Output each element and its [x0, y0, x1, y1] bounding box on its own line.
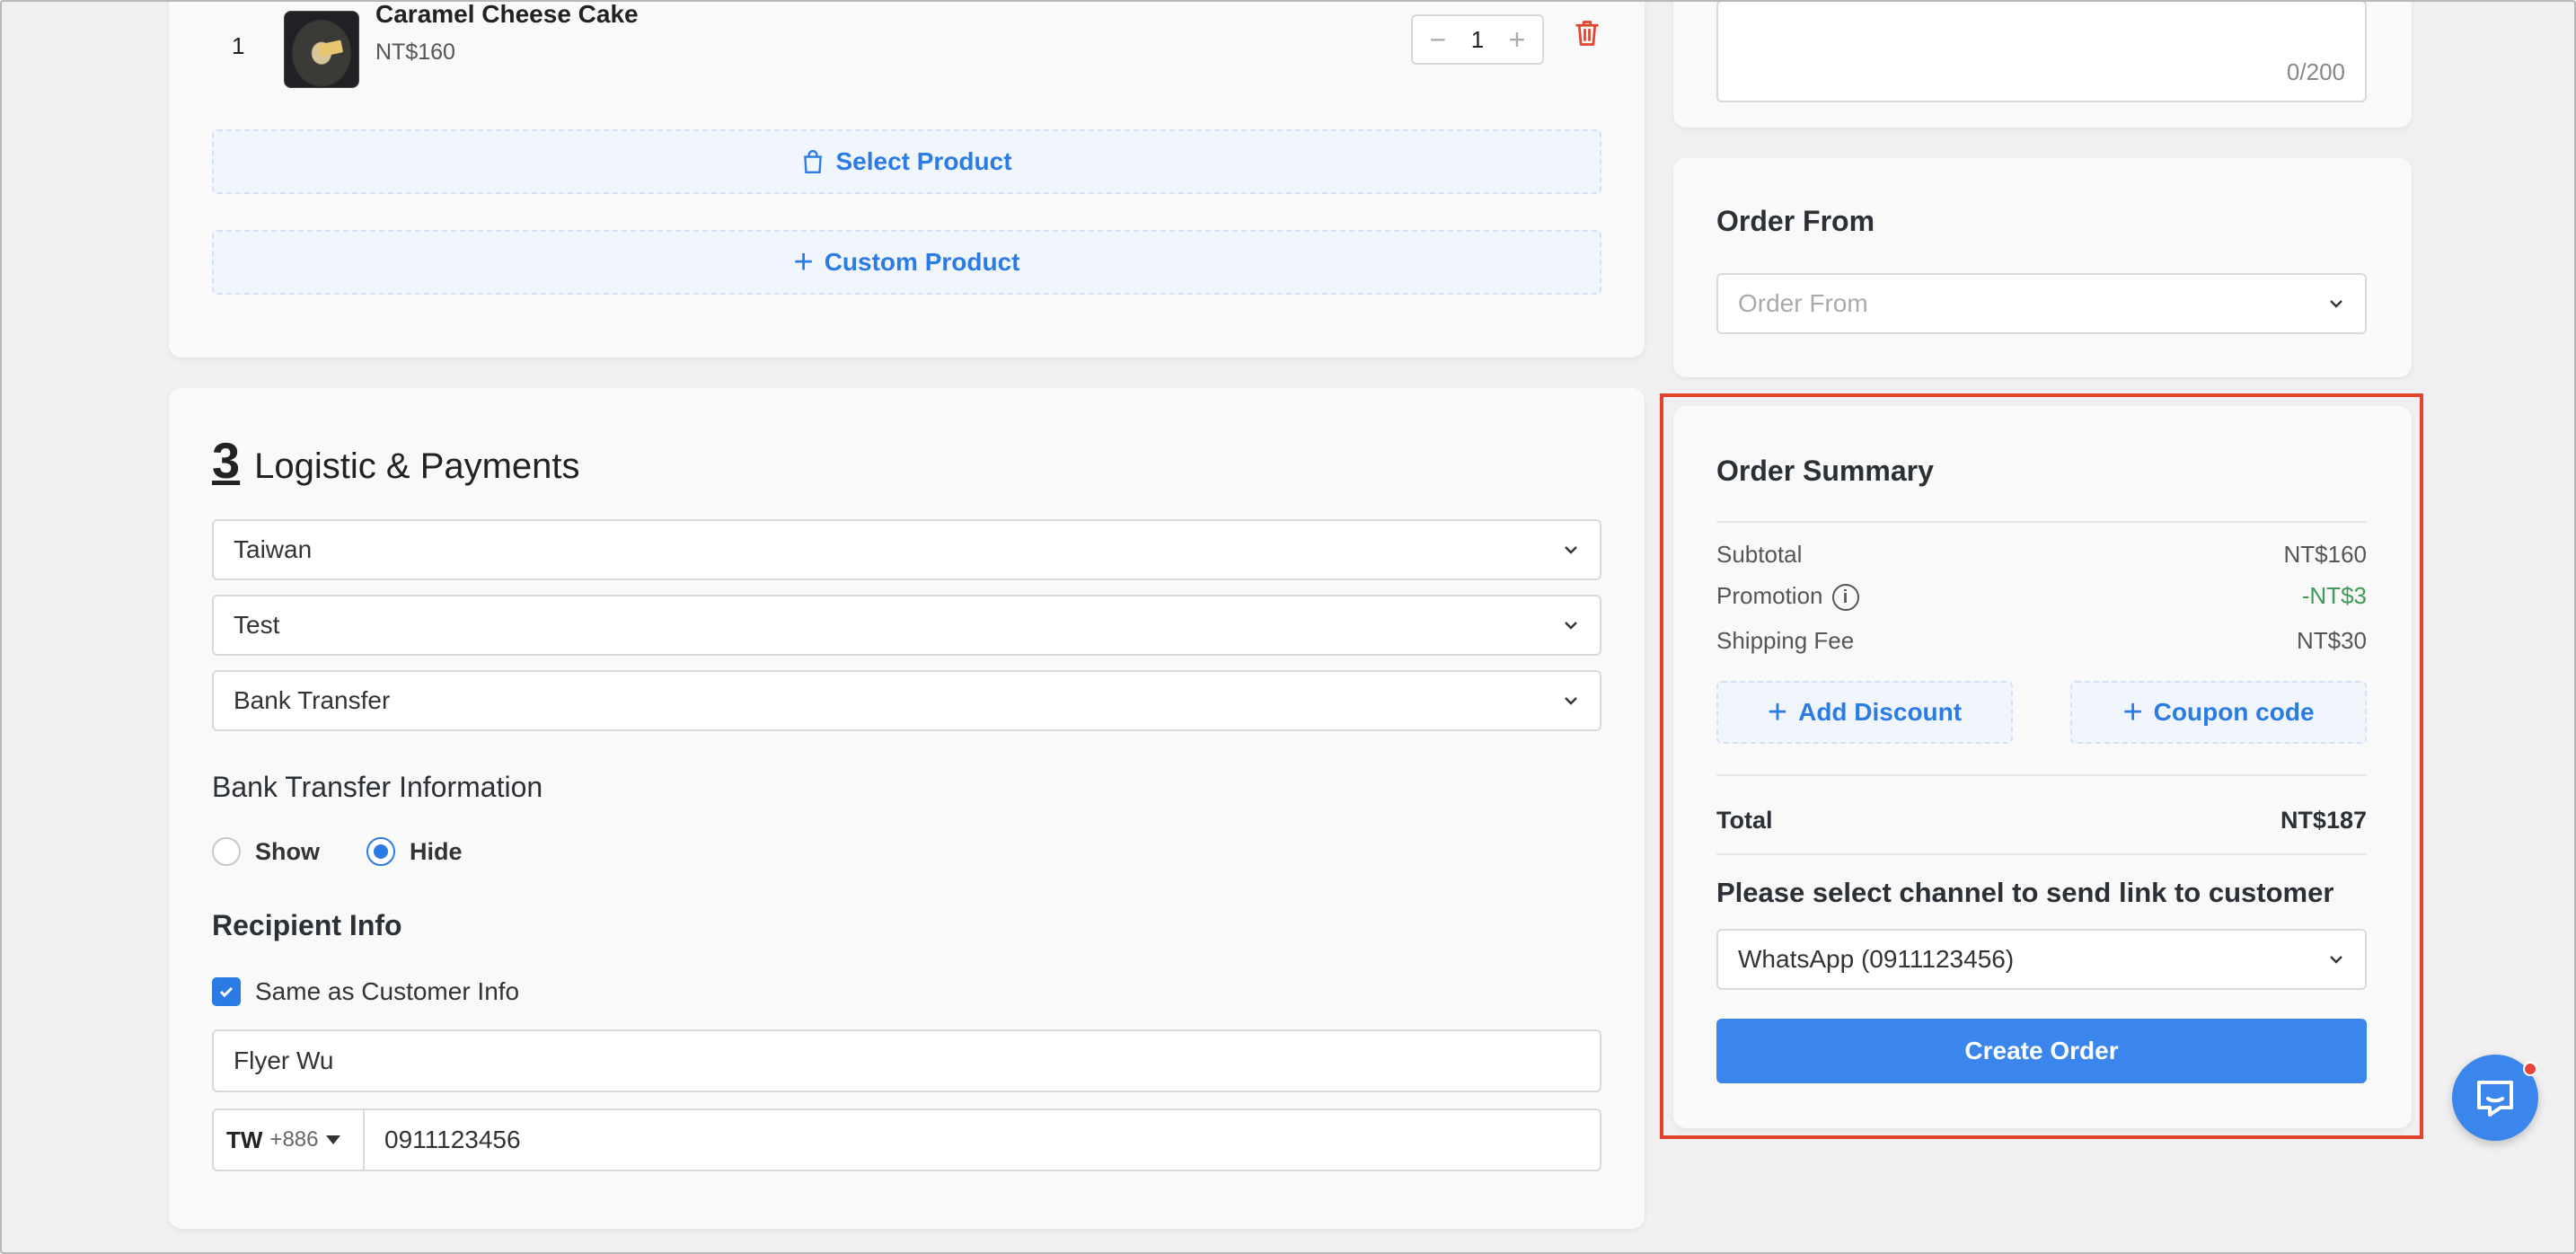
note-textarea[interactable]: 0/200: [1716, 0, 2367, 102]
hide-radio-label[interactable]: Hide: [410, 838, 463, 866]
order-from-title: Order From: [1716, 205, 1875, 237]
show-radio[interactable]: [212, 837, 241, 866]
trash-icon[interactable]: [1574, 18, 1601, 49]
show-radio-label[interactable]: Show: [255, 838, 320, 866]
quantity-value[interactable]: 1: [1471, 26, 1484, 54]
bank-transfer-info-heading: Bank Transfer Information: [212, 771, 543, 803]
check-icon: [219, 986, 234, 998]
country-value: Taiwan: [234, 535, 313, 563]
select-product-button[interactable]: Select Product: [212, 129, 1601, 194]
plus-icon: +: [793, 243, 814, 281]
chevron-down-icon: [2330, 300, 2342, 308]
logistics-card: 3 Logistic & Payments Taiwan Test Bank T…: [169, 388, 1645, 1229]
chevron-down-icon: [1565, 697, 1577, 705]
bank-info-radio-group: Show Hide: [212, 837, 463, 866]
recipient-name-input[interactable]: Flyer Wu: [212, 1029, 1601, 1092]
order-from-select[interactable]: Order From: [1716, 273, 2367, 334]
minus-icon[interactable]: −: [1425, 25, 1451, 54]
same-as-customer-checkbox[interactable]: [212, 977, 241, 1006]
payment-method-select[interactable]: Bank Transfer: [212, 670, 1601, 731]
shopping-bag-icon: [804, 149, 823, 174]
recipient-name-value: Flyer Wu: [234, 1046, 334, 1074]
product-price: NT$160: [375, 40, 455, 65]
character-counter: 0/200: [2286, 58, 2345, 85]
row-index: 1: [232, 32, 245, 59]
phone-number-input[interactable]: 0911123456: [365, 1110, 1600, 1170]
custom-product-label: Custom Product: [824, 248, 1020, 276]
chevron-down-icon: [1565, 546, 1577, 554]
highlight-box: [1660, 393, 2423, 1139]
section-header: 3 Logistic & Payments: [212, 431, 580, 490]
section-number: 3: [212, 432, 241, 489]
order-from-placeholder: Order From: [1738, 289, 1868, 317]
plus-icon[interactable]: +: [1504, 25, 1530, 54]
order-from-card: Order From Order From: [1673, 158, 2412, 377]
product-row: 1 Caramel Cheese Cake NT$160 − 1 +: [169, 0, 1645, 99]
products-card: 1 Caramel Cheese Cake NT$160 − 1 + Selec…: [169, 0, 1645, 358]
payment-method-value: Bank Transfer: [234, 686, 391, 714]
recipient-phone-field: TW +886 0911123456: [212, 1108, 1601, 1171]
hide-radio[interactable]: [366, 837, 395, 866]
quantity-stepper: − 1 +: [1411, 14, 1544, 65]
same-as-customer-row: Same as Customer Info: [212, 977, 519, 1006]
country-code-select[interactable]: TW +886: [214, 1110, 365, 1170]
country-select[interactable]: Taiwan: [212, 519, 1601, 580]
shipping-method-select[interactable]: Test: [212, 595, 1601, 656]
phone-number-value: 0911123456: [384, 1126, 521, 1153]
same-as-customer-label[interactable]: Same as Customer Info: [255, 977, 519, 1006]
shipping-method-value: Test: [234, 611, 280, 639]
country-code: TW: [226, 1126, 263, 1153]
dial-code: +886: [269, 1127, 319, 1152]
section-title: Logistic & Payments: [254, 446, 580, 486]
chat-icon: [2477, 1081, 2513, 1117]
caret-down-icon: [326, 1135, 341, 1144]
custom-product-button[interactable]: + Custom Product: [212, 230, 1601, 295]
product-name: Caramel Cheese Cake: [375, 0, 639, 28]
product-thumbnail: [284, 11, 359, 88]
notification-dot: [2523, 1062, 2537, 1076]
select-product-label: Select Product: [835, 147, 1012, 175]
chevron-down-icon: [1565, 622, 1577, 630]
note-card: 0/200: [1673, 0, 2412, 128]
recipient-info-heading: Recipient Info: [212, 909, 402, 941]
